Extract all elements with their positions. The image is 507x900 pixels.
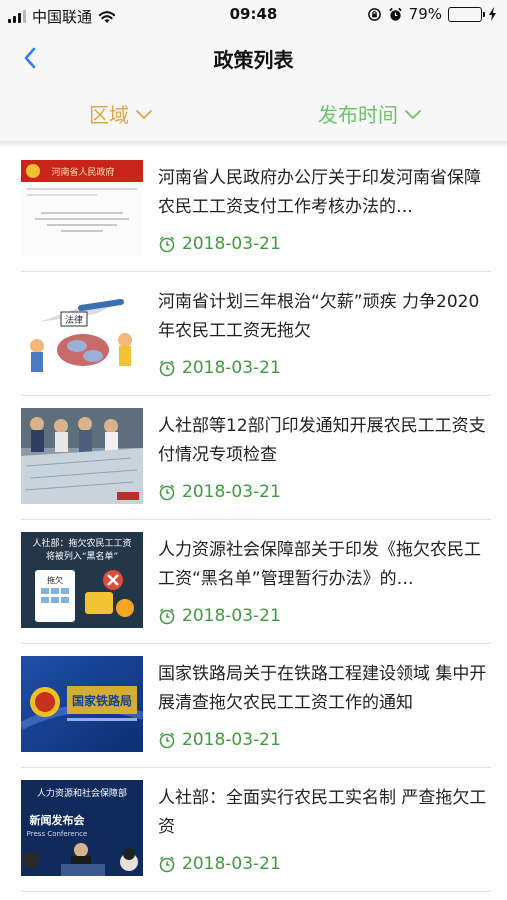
battery-percent: 79% — [408, 5, 442, 23]
alarm-icon — [388, 7, 402, 21]
clock-icon — [159, 236, 175, 253]
thumbnail-text-line: Press Conference — [27, 830, 88, 838]
thumbnail-image: 人社部：拖欠农民工工资 将被列入“黑名单” 拖欠 — [21, 532, 143, 628]
status-bar: 中国联通 09:48 79% — [0, 0, 507, 30]
page-title: 政策列表 — [213, 48, 294, 72]
item-title: 河南省计划三年根治“欠薪”顽疾 力争2020年农民工工资无拖欠 — [158, 292, 480, 341]
chevron-down-icon — [136, 109, 152, 119]
item-date: 2018-03-21 — [182, 482, 281, 502]
list-item[interactable]: 河南省人民政府 河南省人民政府办公厅关于印发河南省保障农民工工资支付工作考核办法… — [21, 148, 491, 272]
policy-list: 河南省人民政府 河南省人民政府办公厅关于印发河南省保障农民工工资支付工作考核办法… — [0, 148, 507, 892]
clock-icon — [159, 608, 175, 625]
clock-icon — [159, 856, 175, 873]
item-title: 人力资源社会保障部关于印发《拖欠农民工工资“黑名单”管理暂行办法》的… — [158, 540, 481, 589]
back-button[interactable] — [14, 42, 46, 74]
item-date: 2018-03-21 — [182, 606, 281, 626]
thumbnail-card-text: 拖欠 — [47, 575, 63, 585]
thumbnail-text-line: 人力资源和社会保障部 — [37, 787, 127, 799]
navigation-bar: 政策列表 — [0, 30, 507, 86]
item-date-row: 2018-03-21 — [158, 358, 281, 378]
list-item[interactable]: 法律 河南省计划三年根治“欠薪”顽疾 力争2020年农民工工资无拖欠 2018-… — [21, 272, 491, 396]
item-title: 国家铁路局关于在铁路工程建设领域 集中开展清查拖欠农民工工资工作的通知 — [158, 664, 487, 713]
region-filter-label: 区域 — [89, 103, 129, 127]
thumbnail-text-line: 新闻发布会 — [30, 813, 86, 827]
thumbnail-image: 国家铁路局 — [21, 656, 143, 752]
item-date: 2018-03-21 — [182, 358, 281, 378]
item-title: 河南省人民政府办公厅关于印发河南省保障农民工工资支付工作考核办法的… — [158, 168, 481, 217]
item-date: 2018-03-21 — [182, 730, 281, 750]
publish-time-filter-label: 发布时间 — [318, 103, 398, 127]
thumbnail-image: 法律 — [21, 284, 143, 380]
item-date-row: 2018-03-21 — [158, 234, 281, 254]
list-item[interactable]: 人社部等12部门印发通知开展农民工工资支付情况专项检查 2018-03-21 — [21, 396, 491, 520]
thumbnail-image — [21, 408, 143, 504]
thumbnail-text-line: 人社部：拖欠农民工工资 — [32, 537, 131, 549]
clock-icon — [159, 360, 175, 377]
publish-time-filter-button[interactable]: 发布时间 — [318, 99, 422, 128]
list-item[interactable]: 人力资源和社会保障部 新闻发布会 Press Conference 人社部：全面… — [21, 768, 491, 892]
clock-icon — [159, 732, 175, 749]
chevron-left-icon — [24, 47, 36, 69]
charging-icon — [489, 7, 496, 21]
thumbnail-text-line: 将被列入“黑名单” — [46, 550, 118, 562]
region-filter-button[interactable]: 区域 — [89, 99, 153, 128]
filter-bar: 区域 发布时间 — [0, 86, 507, 142]
list-item[interactable]: 人社部：拖欠农民工工资 将被列入“黑名单” 拖欠 人力资源社会保障部关于印发《拖… — [21, 520, 491, 644]
item-date: 2018-03-21 — [182, 234, 281, 254]
chevron-down-icon — [405, 109, 421, 119]
list-item[interactable]: 国家铁路局 国家铁路局关于在铁路工程建设领域 集中开展清查拖欠农民工工资工作的通… — [21, 644, 491, 768]
item-title: 人社部：全面实行农民工实名制 严查拖欠工资 — [158, 788, 487, 837]
item-date-row: 2018-03-21 — [158, 606, 281, 626]
item-date-row: 2018-03-21 — [158, 854, 281, 874]
battery-icon — [448, 6, 485, 22]
rotation-lock-icon — [367, 7, 381, 21]
thumbnail-image: 人力资源和社会保障部 新闻发布会 Press Conference — [21, 780, 143, 876]
item-title: 人社部等12部门印发通知开展农民工工资支付情况专项检查 — [158, 416, 486, 465]
item-date: 2018-03-21 — [182, 854, 281, 874]
item-date-row: 2018-03-21 — [158, 730, 281, 750]
thumbnail-header-text: 河南省人民政府 — [51, 166, 114, 178]
clock-icon — [159, 484, 175, 501]
item-date-row: 2018-03-21 — [158, 482, 281, 502]
thumbnail-sign-text: 国家铁路局 — [72, 693, 132, 708]
thumbnail-image: 河南省人民政府 — [21, 160, 143, 256]
thumbnail-label-text: 法律 — [65, 314, 83, 326]
